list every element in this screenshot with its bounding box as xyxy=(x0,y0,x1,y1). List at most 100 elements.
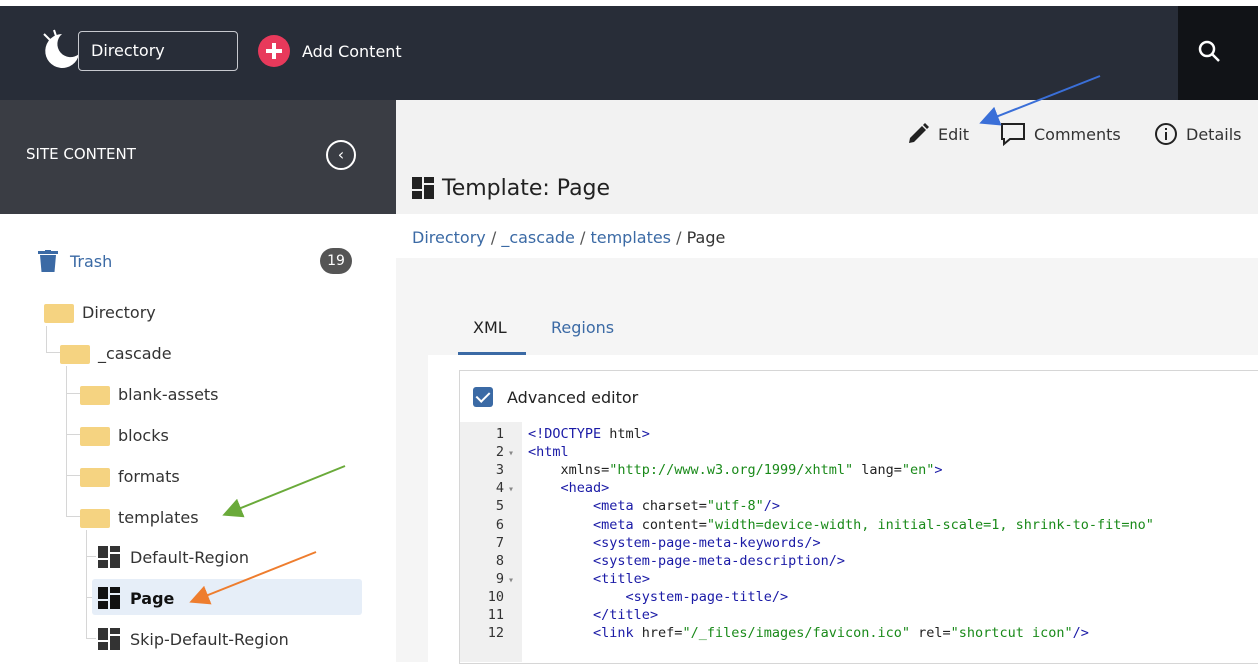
tree-item-label: blank-assets xyxy=(118,384,219,404)
line-number: 5 xyxy=(495,498,504,515)
folder-icon xyxy=(80,508,110,528)
comment-icon xyxy=(1001,123,1025,146)
tree-guide xyxy=(66,475,80,476)
code-text: <system-page-meta-keywords/> xyxy=(593,534,821,551)
comments-label: Comments xyxy=(1034,124,1121,144)
code-line[interactable]: 11 </title> xyxy=(460,607,658,625)
code-line[interactable]: 6 <meta content="width=device-width, ini… xyxy=(460,516,1154,535)
add-content-button[interactable]: Add Content xyxy=(258,33,402,69)
line-number: 6 xyxy=(495,516,504,533)
code-line[interactable]: 12 <link href="/_files/images/favicon.ic… xyxy=(460,625,1089,643)
page-title-text: Template: Page xyxy=(442,175,611,201)
active-tab-indicator xyxy=(458,352,526,355)
tree-item-label: templates xyxy=(118,507,199,527)
code-text: </title> xyxy=(593,607,659,623)
details-label: Details xyxy=(1186,124,1242,144)
edit-label: Edit xyxy=(938,124,969,144)
code-line[interactable]: 3 xmlns="http://www.w3.org/1999/xhtml" l… xyxy=(460,462,943,480)
tree-item-templates[interactable]: templates xyxy=(80,502,199,532)
code-text: xmlns="http://www.w3.org/1999/xhtml" lan… xyxy=(528,462,943,479)
folder-icon xyxy=(80,467,110,487)
code-line[interactable]: 8 <system-page-meta-description/> xyxy=(460,552,845,571)
trash-label: Trash xyxy=(70,251,113,271)
pencil-icon xyxy=(909,123,929,143)
template-icon xyxy=(98,587,120,609)
code-text: <html xyxy=(528,444,569,461)
edit-button[interactable]: Edit xyxy=(906,120,969,148)
folder-icon xyxy=(80,385,110,405)
site-select[interactable]: Directory xyxy=(78,31,238,71)
template-icon xyxy=(98,546,120,568)
tree-item-label: Directory xyxy=(82,302,156,322)
tree-item-default-region[interactable]: Default-Region xyxy=(98,542,249,572)
line-number: 12 xyxy=(487,625,504,642)
breadcrumb-separator: / xyxy=(676,228,687,247)
tree-item-skip-default-region[interactable]: Skip-Default-Region xyxy=(98,624,289,654)
template-icon xyxy=(412,177,434,199)
comments-button[interactable]: Comments xyxy=(1000,120,1121,148)
breadcrumb-item[interactable]: _cascade xyxy=(501,228,575,247)
line-number: 9 xyxy=(495,570,504,587)
tree-item-label: Page xyxy=(130,588,175,608)
checkbox-checked-icon[interactable] xyxy=(473,387,493,407)
tree-guide xyxy=(86,556,96,557)
line-number: 3 xyxy=(495,462,504,479)
breadcrumb-separator: / xyxy=(579,228,591,247)
code-text: <system-page-meta-description/> xyxy=(593,552,845,569)
code-line[interactable]: 2 ▾ <html xyxy=(460,444,569,462)
advanced-editor-toggle[interactable]: Advanced editor xyxy=(473,385,638,409)
breadcrumb-item[interactable]: templates xyxy=(590,228,671,247)
fold-arrow-icon[interactable]: ▾ xyxy=(504,448,518,459)
tree-item-cascade[interactable]: _cascade xyxy=(60,338,172,368)
folder-icon xyxy=(80,426,110,446)
template-icon xyxy=(98,628,120,650)
breadcrumb-separator: / xyxy=(490,228,502,247)
tree-guide xyxy=(66,393,80,394)
code-line[interactable]: 1 <!DOCTYPE html> xyxy=(460,426,650,444)
tab-xml[interactable]: XML xyxy=(473,318,507,337)
chevron-left-icon: ‹ xyxy=(337,145,345,164)
folder-icon xyxy=(60,344,90,364)
tree-item-label: blocks xyxy=(118,425,169,445)
code-text: <meta charset="utf-8"/> xyxy=(593,498,780,515)
tree-guide xyxy=(86,530,87,638)
code-text: <system-page-title/> xyxy=(625,588,789,605)
code-text: <head> xyxy=(560,480,610,497)
advanced-editor-label: Advanced editor xyxy=(507,387,639,407)
tree-item-blocks[interactable]: blocks xyxy=(80,420,169,450)
tree-item-formats[interactable]: formats xyxy=(80,461,180,491)
line-number: 4 xyxy=(495,480,504,497)
add-content-label: Add Content xyxy=(302,41,402,61)
tree-item-label: Skip-Default-Region xyxy=(130,629,289,649)
tree-item-label: formats xyxy=(118,466,180,486)
tree-item-directory[interactable]: Directory xyxy=(44,297,156,327)
breadcrumb-current: Page xyxy=(686,228,726,247)
code-line[interactable]: 7 <system-page-meta-keywords/> xyxy=(460,534,821,553)
code-line[interactable]: 9 ▾ <title> xyxy=(460,570,650,589)
tree-item-blank-assets[interactable]: blank-assets xyxy=(80,379,219,409)
collapse-sidebar-button[interactable]: ‹ xyxy=(326,140,356,170)
code-line[interactable]: 4 ▾ <head> xyxy=(460,480,609,498)
line-number: 8 xyxy=(495,552,504,569)
details-button[interactable]: Details xyxy=(1154,120,1241,148)
tab-regions[interactable]: Regions xyxy=(551,318,614,337)
tree-guide xyxy=(66,434,80,435)
breadcrumb-item[interactable]: Directory xyxy=(412,228,486,247)
search-icon xyxy=(1198,40,1220,62)
plus-icon xyxy=(258,35,290,67)
folder-icon xyxy=(44,303,74,323)
code-text: <meta content="width=device-width, initi… xyxy=(593,516,1154,533)
code-line[interactable]: 10 <system-page-title/> xyxy=(460,588,788,607)
trash-count-badge: 19 xyxy=(320,248,352,274)
trash-icon xyxy=(38,250,58,272)
fold-arrow-icon[interactable]: ▾ xyxy=(504,484,518,495)
line-number: 7 xyxy=(495,534,504,551)
page-title: Template: Page xyxy=(412,172,610,204)
line-number: 10 xyxy=(487,588,504,605)
tree-item-page[interactable]: Page xyxy=(98,583,174,613)
code-line[interactable]: 5 <meta charset="utf-8"/> xyxy=(460,498,780,516)
fold-arrow-icon[interactable]: ▾ xyxy=(504,575,518,586)
sidebar-item-trash[interactable]: Trash xyxy=(38,246,112,276)
info-icon xyxy=(1155,123,1177,145)
sidebar-title: SITE CONTENT xyxy=(26,145,136,163)
